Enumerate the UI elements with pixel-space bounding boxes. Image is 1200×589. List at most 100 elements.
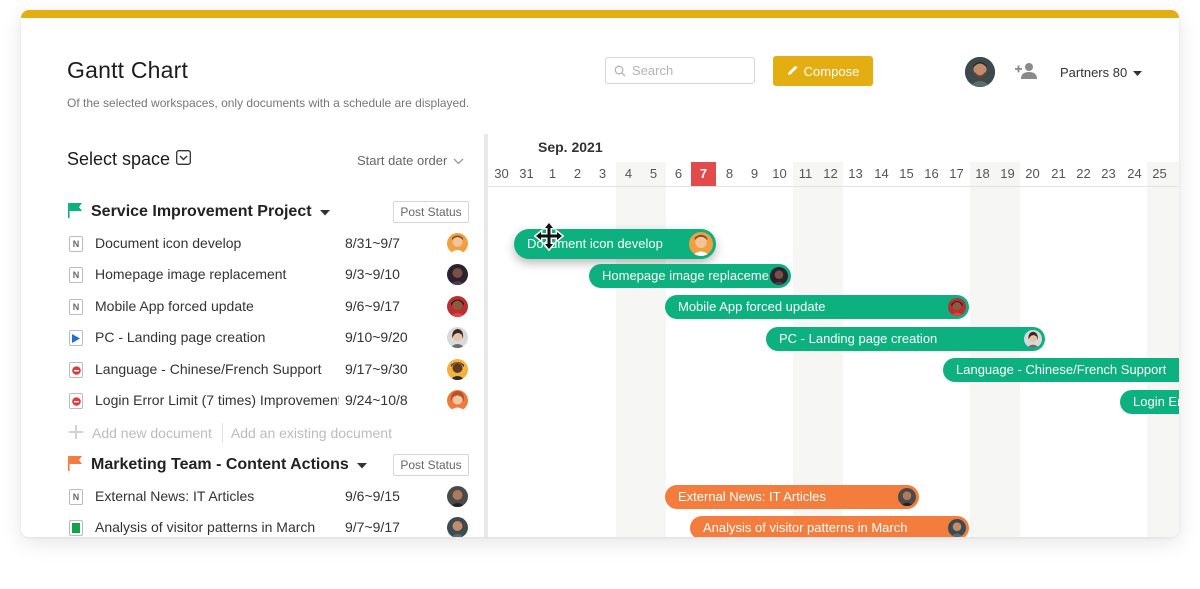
avatar[interactable] — [447, 390, 468, 411]
project-header-marketing[interactable]: Marketing Team - Content Actions — [67, 453, 367, 477]
month-label: Sep. 2021 — [538, 139, 603, 155]
document-name: Mobile App forced update — [95, 298, 254, 314]
day-label: 21 — [1051, 166, 1066, 181]
avatar[interactable] — [447, 486, 468, 507]
compose-button[interactable]: Compose — [773, 56, 873, 86]
add-user-icon[interactable] — [1015, 62, 1039, 85]
list-item[interactable]: N Document icon develop 8/31~9/7 — [67, 230, 472, 258]
day-label: 31 — [519, 166, 534, 181]
day-column — [540, 162, 565, 537]
gantt-bar[interactable]: External News: IT Articles — [665, 485, 919, 509]
compose-label: Compose — [803, 63, 860, 79]
day-label: 11 — [798, 166, 813, 181]
list-item[interactable]: PC - Landing page creation 9/10~9/20 — [67, 324, 472, 352]
document-name: Analysis of visitor patterns in March — [95, 519, 316, 535]
bar-label: PC - Landing page creation — [779, 331, 938, 346]
gantt-timeline: Sep. 2021 30 31 1 2 3 4 5 6 7 8 9 10 11 12 13 14 15 16 17 1… — [488, 134, 1179, 537]
list-item[interactable]: N Mobile App forced update 9/6~9/17 — [67, 293, 472, 321]
post-status-button[interactable]: Post Status — [393, 454, 469, 476]
gantt-bar[interactable]: PC - Landing page creation — [766, 327, 1045, 351]
day-label: 16 — [924, 166, 939, 181]
day-label: 23 — [1101, 166, 1116, 181]
day-label: 8 — [725, 166, 734, 181]
day-column — [666, 162, 691, 537]
sort-label: Start date order — [357, 153, 448, 168]
document-date: 9/6~9/17 — [345, 298, 400, 314]
day-column — [1147, 162, 1172, 537]
avatar — [948, 519, 966, 537]
today-day-label: 7 — [691, 162, 716, 186]
day-column — [1071, 162, 1096, 537]
move-cursor-icon — [533, 220, 565, 256]
bar-label: Mobile App forced update — [678, 299, 826, 314]
document-date: 9/6~9/15 — [345, 488, 400, 504]
avatar[interactable] — [447, 359, 468, 380]
avatar[interactable] — [447, 233, 468, 254]
bar-label: Homepage image replacement — [602, 268, 769, 283]
day-label: 24 — [1127, 166, 1142, 181]
document-name: External News: IT Articles — [95, 488, 255, 504]
avatar[interactable] — [447, 327, 468, 348]
divider — [221, 423, 223, 443]
list-item[interactable]: N External News: IT Articles 9/6~9/15 — [67, 483, 472, 511]
day-label: 2 — [1172, 162, 1179, 186]
user-avatar[interactable] — [965, 57, 995, 87]
day-column — [1172, 162, 1179, 537]
list-item[interactable]: Language - Chinese/French Support 9/17~9… — [67, 356, 472, 384]
caret-down-icon[interactable] — [356, 456, 367, 474]
avatar[interactable] — [447, 264, 468, 285]
day-label: 9 — [750, 166, 759, 181]
search-input[interactable] — [632, 61, 747, 80]
list-item[interactable]: Analysis of visitor patterns in March 9/… — [67, 514, 472, 537]
day-label: 5 — [649, 166, 658, 181]
chevron-down-icon — [453, 153, 464, 168]
day-column — [742, 162, 767, 537]
add-existing-document-link[interactable]: Add an existing document — [231, 425, 392, 441]
plus-icon[interactable] — [67, 424, 92, 442]
avatar — [1024, 330, 1042, 348]
document-list-panel: Select space Start date order Service Im… — [21, 134, 484, 537]
day-column — [691, 162, 716, 537]
add-new-document-link[interactable]: Add new document — [92, 425, 212, 441]
document-name: Language - Chinese/French Support — [95, 361, 322, 377]
select-space-dropdown[interactable]: Select space — [67, 149, 192, 170]
post-status-button[interactable]: Post Status — [393, 201, 469, 223]
day-label: 14 — [874, 166, 889, 181]
project-header-service-improvement[interactable]: Service Improvement Project — [67, 200, 330, 224]
day-column — [616, 162, 641, 537]
avatar — [770, 267, 788, 285]
day-label: 19 — [1000, 166, 1015, 181]
day-label: 18 — [975, 166, 990, 181]
flag-icon — [67, 202, 83, 223]
avatar[interactable] — [447, 517, 468, 537]
select-space-label: Select space — [67, 149, 171, 169]
checkbox-chevron-icon — [176, 149, 192, 170]
sort-dropdown[interactable]: Start date order — [357, 153, 464, 168]
gantt-bar[interactable]: Language - Chinese/French Support — [943, 358, 1179, 382]
list-item[interactable]: Login Error Limit (7 times) Improvement … — [67, 387, 472, 415]
gantt-bar[interactable]: Login Error Limit (7 times) Improvement — [1120, 390, 1179, 414]
gantt-bar[interactable]: Homepage image replacement — [589, 264, 791, 288]
sheet-icon — [69, 520, 83, 536]
gantt-card: Gantt Chart Of the selected workspaces, … — [21, 10, 1179, 537]
note-icon: N — [69, 299, 83, 315]
avatar — [898, 488, 916, 506]
day-label: 22 — [1076, 166, 1091, 181]
slide-icon — [69, 362, 83, 378]
document-name: Login Error Limit (7 times) Improvement — [95, 392, 339, 408]
search-box[interactable] — [605, 57, 755, 84]
note-icon: N — [69, 267, 83, 283]
bar-label: Login Error Limit (7 times) Improvement — [1133, 394, 1179, 409]
caret-down-icon[interactable] — [319, 203, 330, 221]
avatar[interactable] — [447, 296, 468, 317]
list-item[interactable]: N Homepage image replacement 9/3~9/10 — [67, 261, 472, 289]
search-icon — [614, 64, 626, 82]
day-column — [717, 162, 742, 537]
partners-dropdown[interactable]: Partners 80 — [1060, 65, 1143, 80]
gantt-bar[interactable]: Analysis of visitor patterns in March — [690, 516, 969, 537]
day-column — [1122, 162, 1147, 537]
day-label: 1 — [548, 166, 557, 181]
document-date: 9/7~9/17 — [345, 519, 400, 535]
gantt-bar[interactable]: Mobile App forced update — [665, 295, 969, 319]
avatar — [948, 298, 966, 316]
